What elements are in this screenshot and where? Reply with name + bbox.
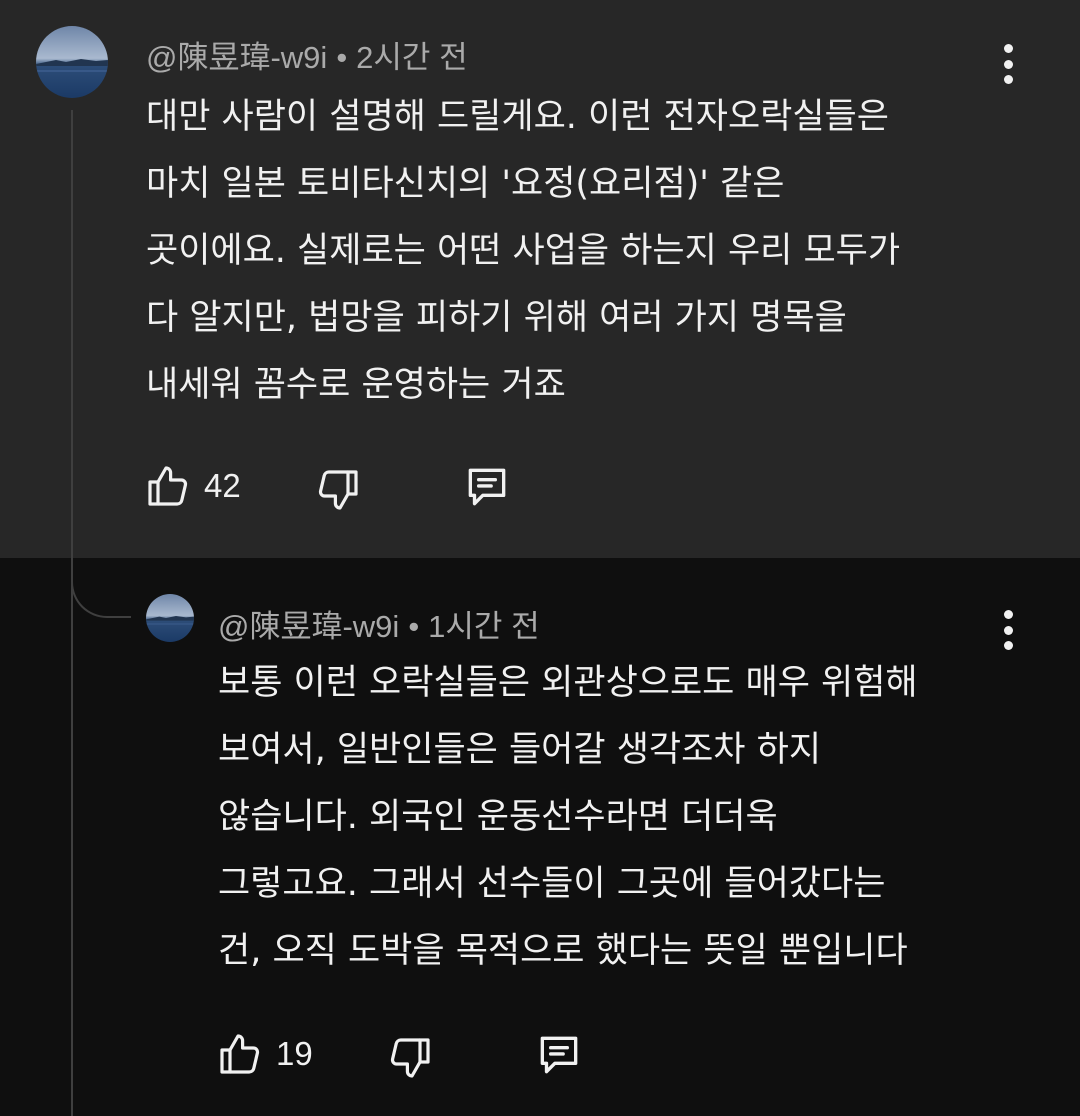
more-vertical-icon[interactable]: [998, 610, 1018, 650]
author-name[interactable]: @陳昱瑋-w9i: [146, 40, 327, 75]
author-avatar[interactable]: [36, 26, 108, 98]
comment-time: 2시간 전: [356, 40, 468, 75]
comment-line: 보통 이런 오락실들은 외관상으로도 매우 위험해: [218, 663, 918, 703]
lake-avatar-icon: [36, 26, 108, 98]
comment-body: 보통 이런 오락실들은 외관상으로도 매우 위험해 보여서, 일반인들은 들어갈…: [218, 650, 918, 985]
dislike-button[interactable]: [386, 1034, 434, 1082]
comment-time: 1시간 전: [428, 609, 540, 644]
comment-meta: @陳昱瑋-w9i • 1시간 전: [218, 601, 540, 646]
comment-line: 곳이에요. 실제로는 어떤 사업을 하는지 우리 모두가: [146, 231, 901, 271]
reply-comment-icon: [540, 1036, 578, 1074]
comment-body: 대만 사람이 설명해 드릴게요. 이런 전자오락실들은 마치 일본 토비타신치의…: [146, 84, 900, 419]
comment-line: 내세워 꼼수로 운영하는 거죠: [146, 365, 566, 405]
comment-line: 마치 일본 토비타신치의 '요정(요리점)' 같은: [146, 164, 785, 204]
reply-button[interactable]: [534, 1030, 584, 1080]
like-button[interactable]: 19: [216, 1030, 313, 1078]
comment-line: 보여서, 일반인들은 들어갈 생각조차 하지: [218, 730, 822, 770]
comment-line: 다 알지만, 법망을 피하기 위해 여러 가지 명목을: [146, 298, 847, 338]
lake-avatar-icon: [146, 594, 194, 642]
comment-line: 않습니다. 외국인 운동선수라면 더더욱: [218, 797, 778, 837]
like-button[interactable]: 42: [144, 462, 241, 510]
thumbs-down-icon: [318, 470, 358, 510]
like-count: 42: [204, 467, 241, 504]
dislike-button[interactable]: [314, 466, 362, 514]
comment-line: 그렇고요. 그래서 선수들이 그곳에 들어갔다는: [218, 864, 886, 904]
meta-separator: •: [408, 609, 420, 644]
thumbs-up-icon: [148, 466, 188, 506]
author-avatar[interactable]: [146, 594, 194, 642]
thumbs-up-icon: [220, 1034, 260, 1074]
thread-line: [71, 110, 73, 1116]
like-count: 19: [276, 1035, 313, 1072]
thumbs-down-icon: [390, 1038, 430, 1078]
reply-comment-icon: [468, 468, 506, 506]
comment-line: 건, 오직 도박을 목적으로 했다는 뜻일 뿐입니다: [218, 931, 908, 971]
reply-button[interactable]: [462, 462, 512, 512]
comment-meta: @陳昱瑋-w9i • 2시간 전: [146, 32, 468, 77]
meta-separator: •: [336, 40, 348, 75]
comment-line: 대만 사람이 설명해 드릴게요. 이런 전자오락실들은: [146, 97, 889, 137]
more-vertical-icon[interactable]: [998, 44, 1018, 84]
author-name[interactable]: @陳昱瑋-w9i: [218, 609, 399, 644]
